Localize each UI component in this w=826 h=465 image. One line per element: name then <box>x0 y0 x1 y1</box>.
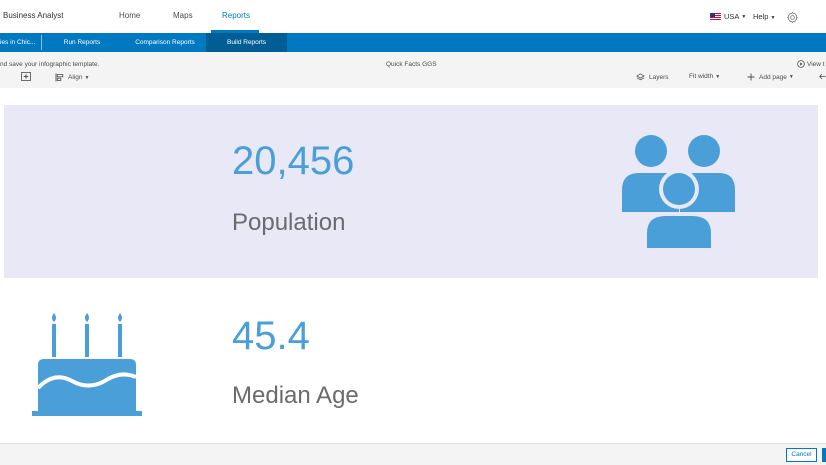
locale-label: USA <box>724 12 740 21</box>
zoom-label: Fit width <box>689 73 714 80</box>
app-title: Business Analyst <box>3 11 64 20</box>
play-circle-icon <box>797 60 805 68</box>
footer-bar: Cancel <box>0 443 826 465</box>
undo-button[interactable] <box>819 73 826 80</box>
help-label: Help <box>753 12 769 21</box>
people-group-icon <box>622 135 735 248</box>
population-value: 20,456 <box>232 139 355 183</box>
population-panel[interactable]: 20,456 Population <box>4 105 818 278</box>
instruction-text: nd save your infographic template. <box>0 61 100 68</box>
plus-icon <box>747 73 755 81</box>
nav-tab-home[interactable]: Home <box>119 11 140 20</box>
add-element-button[interactable] <box>21 72 35 81</box>
chevron-down-icon: ▼ <box>741 13 747 20</box>
builder-toolbar: nd save your infographic template. Quick… <box>0 52 826 88</box>
nav-tab-maps[interactable]: Maps <box>173 11 193 20</box>
report-name: Quick Facts GGS <box>386 61 437 68</box>
app-window: Business Analyst Home Maps Reports USA ▼… <box>0 0 826 465</box>
align-icon <box>55 73 64 82</box>
primary-action-button[interactable] <box>822 448 826 462</box>
report-canvas: 20,456 Population 45.4 Median Age <box>0 88 826 443</box>
help-dropdown[interactable]: Help ▼ <box>753 12 775 21</box>
population-label: Population <box>232 209 346 236</box>
layers-icon <box>636 73 645 81</box>
align-label: Align <box>68 74 83 81</box>
median-age-panel[interactable]: 45.4 Median Age <box>4 288 818 438</box>
subtab-comparison-reports[interactable]: Comparison Reports <box>126 33 204 52</box>
align-dropdown[interactable]: Align ▼ <box>55 73 89 82</box>
add-box-icon <box>21 72 31 81</box>
gear-icon[interactable] <box>786 11 799 24</box>
nav-tab-reports[interactable]: Reports <box>222 11 250 20</box>
layers-button[interactable]: Layers <box>636 73 669 82</box>
view-label: View t <box>807 60 825 68</box>
subtab-run-reports[interactable]: Run Reports <box>52 33 112 52</box>
cancel-button[interactable]: Cancel <box>786 448 817 462</box>
arrow-left-icon <box>819 73 826 80</box>
locale-dropdown[interactable]: USA ▼ <box>710 12 746 21</box>
view-button[interactable]: View t <box>797 60 825 68</box>
chevron-down-icon: ▼ <box>770 15 776 21</box>
chevron-down-icon: ▼ <box>84 74 90 81</box>
subtab-build-reports[interactable]: Build Reports <box>206 33 287 52</box>
median-age-value: 45.4 <box>232 314 310 358</box>
layers-label: Layers <box>649 74 669 81</box>
add-page-dropdown[interactable]: Add page ▼ <box>747 73 794 81</box>
top-app-bar: Business Analyst Home Maps Reports USA ▼… <box>0 0 826 33</box>
subnav-divider <box>41 35 42 50</box>
chevron-down-icon: ▼ <box>715 73 721 80</box>
report-subnav: ies in Chic... Run Reports Comparison Re… <box>0 33 826 52</box>
median-age-label: Median Age <box>232 382 359 409</box>
subtab-project[interactable]: ies in Chic... <box>0 33 41 52</box>
chevron-down-icon: ▼ <box>788 74 794 80</box>
us-flag-icon <box>710 13 721 20</box>
add-page-label: Add page <box>759 73 787 81</box>
zoom-dropdown[interactable]: Fit width ▼ <box>689 73 720 80</box>
birthday-cake-icon <box>32 313 142 416</box>
